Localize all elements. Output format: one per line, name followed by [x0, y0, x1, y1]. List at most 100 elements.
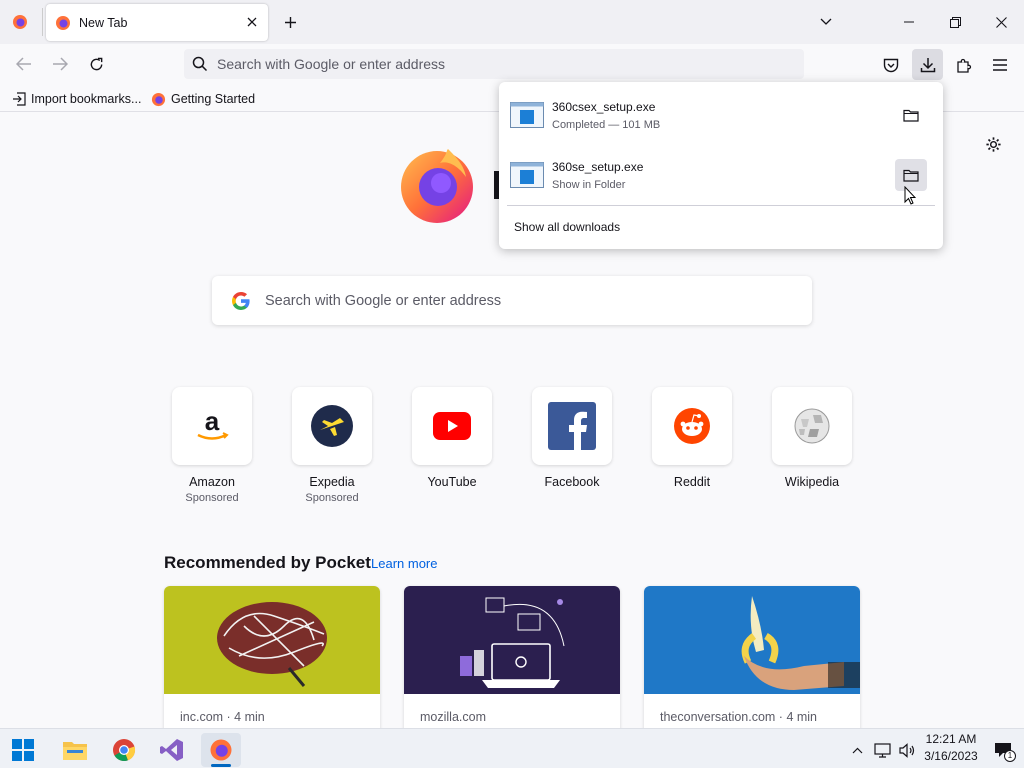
firefox-logo — [396, 143, 478, 225]
windows-start-icon — [12, 739, 34, 761]
arrow-right-icon — [53, 57, 68, 71]
new-tab-button[interactable] — [276, 8, 304, 36]
taskbar-visual-studio[interactable] — [152, 733, 192, 767]
shortcut-facebook[interactable]: Facebook — [512, 387, 632, 489]
bookmark-getting-started[interactable]: Getting Started — [151, 90, 255, 108]
shortcut-label: Facebook — [544, 475, 600, 489]
forward-button[interactable] — [46, 50, 74, 78]
taskbar-file-explorer[interactable] — [55, 733, 95, 767]
extensions-button[interactable] — [949, 50, 979, 80]
close-icon — [995, 16, 1007, 28]
tab-title: New Tab — [79, 15, 128, 30]
mouse-cursor-icon — [904, 186, 916, 205]
tab-separator — [42, 8, 43, 36]
newtab-search-bar[interactable]: Search with Google or enter address — [212, 276, 812, 325]
pocket-learn-more-link[interactable]: Learn more — [371, 556, 437, 571]
close-icon — [247, 17, 257, 27]
personalize-settings-button[interactable] — [980, 131, 1006, 157]
speaker-icon — [898, 742, 914, 758]
firefox-icon — [151, 92, 166, 106]
show-all-downloads-link[interactable]: Show all downloads — [514, 220, 620, 234]
download-filename: 360csex_setup.exe — [552, 99, 656, 114]
download-icon — [920, 57, 935, 72]
show-in-folder-button[interactable] — [895, 99, 927, 131]
shortcut-tile — [412, 387, 492, 465]
expedia-icon — [311, 405, 353, 447]
wikipedia-icon — [794, 408, 830, 444]
firefox-icon — [56, 15, 70, 30]
brain-thumbnail-icon — [164, 586, 380, 694]
close-tab-button[interactable] — [242, 12, 262, 32]
show-hidden-icons-button[interactable] — [846, 733, 868, 767]
shortcut-tile — [532, 387, 612, 465]
youtube-icon — [433, 412, 471, 440]
notification-count-badge: 1 — [1004, 750, 1016, 762]
hamburger-menu-icon — [993, 59, 1007, 71]
amazon-icon: a — [197, 406, 229, 440]
list-all-tabs-button[interactable] — [812, 8, 840, 36]
banana-thumbnail-icon — [644, 586, 860, 694]
chrome-icon — [113, 739, 136, 762]
bookmark-label: Getting Started — [171, 92, 256, 106]
pocket-card[interactable]: inc.com · 4 min — [164, 586, 380, 728]
google-icon — [232, 291, 250, 310]
save-to-pocket-button[interactable] — [876, 50, 906, 80]
chevron-down-icon — [820, 18, 832, 25]
restore-button[interactable] — [932, 6, 978, 38]
pocket-card[interactable]: mozilla.com — [404, 586, 620, 728]
reddit-icon — [674, 408, 710, 444]
reload-button[interactable] — [82, 50, 110, 78]
chevron-up-icon — [852, 747, 862, 753]
system-clock[interactable]: 12:21 AM 3/16/2023 — [922, 732, 980, 763]
download-status: Completed — 101 MB — [552, 118, 661, 131]
sponsored-label: Sponsored — [185, 492, 239, 504]
app-menu-button[interactable] — [985, 50, 1015, 80]
volume-button[interactable] — [895, 733, 919, 767]
shortcut-label: Reddit — [673, 475, 711, 489]
firefox-view-button[interactable] — [6, 8, 34, 36]
plus-icon — [284, 16, 296, 28]
close-window-button[interactable] — [978, 6, 1024, 38]
start-button[interactable] — [3, 733, 43, 767]
download-status: Show in Folder — [552, 178, 626, 191]
url-bar[interactable]: Search with Google or enter address — [184, 49, 804, 79]
minimize-icon — [904, 21, 914, 23]
gear-icon — [985, 136, 1001, 152]
facebook-icon — [548, 402, 596, 450]
download-item[interactable]: 360se_setup.exe Show in Folder — [507, 147, 935, 203]
back-button[interactable] — [10, 50, 38, 78]
exe-file-icon — [510, 102, 544, 128]
folder-icon — [903, 169, 919, 182]
sponsored-label: Sponsored — [305, 492, 359, 504]
pocket-card-source: mozilla.com — [420, 710, 486, 724]
arrow-left-icon — [16, 57, 31, 71]
pocket-card[interactable]: theconversation.com · 4 min — [644, 586, 860, 728]
visual-studio-icon — [160, 739, 183, 761]
shortcut-youtube[interactable]: YouTube — [392, 387, 512, 489]
shortcut-label: Amazon — [189, 475, 235, 489]
notifications-button[interactable]: 1 — [988, 733, 1018, 767]
newtab-search-placeholder: Search with Google or enter address — [265, 292, 502, 309]
reload-icon — [90, 57, 102, 70]
taskbar-chrome[interactable] — [104, 733, 144, 767]
bookmark-import[interactable]: Import bookmarks... — [12, 90, 141, 108]
taskbar-firefox[interactable] — [201, 733, 241, 767]
shortcut-expedia[interactable]: Expedia Sponsored — [272, 387, 392, 504]
shortcut-reddit[interactable]: Reddit — [632, 387, 752, 489]
clock-date: 3/16/2023 — [924, 749, 978, 763]
panel-divider — [507, 205, 935, 206]
tab-new-tab[interactable]: New Tab — [46, 4, 268, 41]
downloads-button[interactable] — [912, 49, 943, 80]
shortcut-tile: a — [172, 387, 252, 465]
shortcut-label: YouTube — [427, 475, 477, 489]
download-item[interactable]: 360csex_setup.exe Completed — 101 MB — [507, 87, 935, 143]
windows-taskbar: 12:21 AM 3/16/2023 1 — [0, 728, 1024, 768]
url-bar-placeholder: Search with Google or enter address — [217, 56, 446, 72]
svg-text:a: a — [205, 406, 220, 436]
shortcut-tile — [292, 387, 372, 465]
minimize-button[interactable] — [886, 6, 932, 38]
network-status-button[interactable] — [870, 733, 894, 767]
shortcut-amazon[interactable]: a Amazon Sponsored — [152, 387, 272, 504]
puzzle-icon — [957, 58, 972, 73]
shortcut-wikipedia[interactable]: Wikipedia — [752, 387, 872, 489]
